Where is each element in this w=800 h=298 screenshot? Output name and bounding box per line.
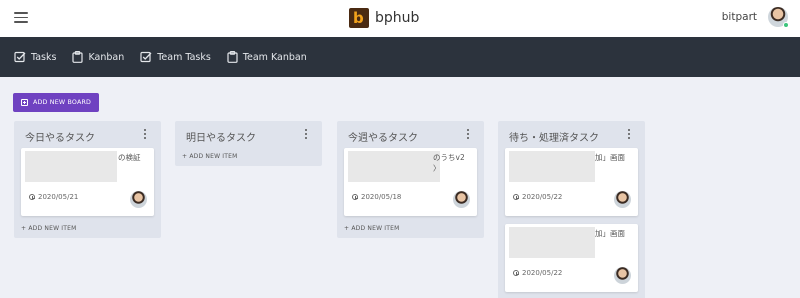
card-title-fragment: 加」画面: [595, 153, 625, 162]
add-new-board-label: ADD NEW BOARD: [33, 99, 92, 106]
check-square-icon: [14, 51, 26, 63]
nav-item-kanban[interactable]: Kanban: [72, 51, 124, 63]
nav-item-label: Team Tasks: [157, 51, 211, 63]
main-nav: Tasks Kanban Team Tasks Team Kanban: [0, 37, 800, 77]
board-column: 待ち・処理済タスク 加」画面 2020/05/22 加」画面 2020/05/2…: [498, 121, 645, 298]
card-title-fragment: 加」画面: [595, 229, 625, 238]
column-title: 待ち・処理済タスク: [509, 133, 599, 144]
column-title: 今週やるタスク: [348, 133, 418, 144]
check-square-icon: [140, 51, 152, 63]
online-status-dot: [783, 22, 789, 28]
column-title: 明日やるタスク: [186, 133, 256, 144]
nav-item-team-tasks[interactable]: Team Tasks: [140, 51, 211, 63]
card-title-redacted: [509, 227, 595, 258]
card-date-text: 2020/05/22: [522, 269, 563, 277]
card-assignee-avatar: [453, 191, 470, 208]
card-title-redacted: [348, 151, 440, 182]
column-title: 今日やるタスク: [25, 133, 95, 144]
clock-icon: [513, 270, 519, 276]
clock-icon: [352, 194, 358, 200]
task-card[interactable]: 加」画面 2020/05/22: [505, 148, 638, 216]
more-vert-icon[interactable]: [467, 129, 471, 140]
column-header: 今週やるタスク: [337, 121, 484, 148]
add-new-item-button[interactable]: + ADD NEW ITEM: [337, 222, 484, 238]
board-column: 今日やるタスク の検証 2020/05/21 + ADD NEW ITEM: [14, 121, 161, 238]
brand[interactable]: b bphub: [349, 7, 419, 29]
more-vert-icon[interactable]: [628, 129, 632, 140]
plus-square-icon: [21, 99, 28, 106]
nav-item-tasks[interactable]: Tasks: [14, 51, 56, 63]
card-title-redacted: [509, 151, 595, 182]
user-name: bitpart: [721, 11, 757, 23]
more-vert-icon[interactable]: [144, 129, 148, 140]
card-title-fragment: のうちv2: [433, 153, 465, 162]
card-title-fragment: の検証: [118, 153, 141, 162]
card-title-redacted: [25, 151, 117, 182]
top-bar: b bphub bitpart: [0, 0, 800, 37]
column-header: 待ち・処理済タスク: [498, 121, 645, 148]
card-date-text: 2020/05/21: [38, 193, 79, 201]
card-assignee-avatar: [130, 191, 147, 208]
column-header: 今日やるタスク: [14, 121, 161, 148]
add-new-item-button[interactable]: + ADD NEW ITEM: [175, 148, 322, 166]
card-date-text: 2020/05/22: [522, 193, 563, 201]
card-due-date: 2020/05/22: [513, 269, 562, 277]
brand-logo: b: [349, 8, 369, 28]
clipboard-icon: [72, 51, 84, 63]
hamburger-menu-icon[interactable]: [14, 12, 28, 23]
add-new-item-button[interactable]: + ADD NEW ITEM: [14, 222, 161, 238]
brand-name: bphub: [375, 10, 420, 26]
clock-icon: [513, 194, 519, 200]
nav-item-label: Team Kanban: [242, 51, 307, 63]
clipboard-icon: [227, 51, 238, 63]
task-card[interactable]: のうちv2 〉 2020/05/18: [344, 148, 477, 216]
clock-icon: [29, 194, 35, 200]
task-card[interactable]: の検証 2020/05/21: [21, 148, 154, 216]
column-header: 明日やるタスク: [175, 121, 322, 148]
user-avatar[interactable]: [768, 7, 789, 28]
card-due-date: 2020/05/22: [513, 193, 562, 201]
card-due-date: 2020/05/18: [352, 193, 401, 201]
nav-item-team-kanban[interactable]: Team Kanban: [227, 51, 307, 63]
more-vert-icon[interactable]: [305, 129, 309, 140]
nav-item-label: Kanban: [88, 51, 125, 63]
board-column: 今週やるタスク のうちv2 〉 2020/05/18 + ADD NEW ITE…: [337, 121, 484, 238]
card-title-fragment: 〉: [433, 164, 441, 173]
task-card[interactable]: 加」画面 2020/05/22: [505, 224, 638, 292]
nav-item-label: Tasks: [31, 51, 57, 63]
card-assignee-avatar: [614, 267, 631, 284]
card-due-date: 2020/05/21: [29, 193, 78, 201]
card-assignee-avatar: [614, 191, 631, 208]
user-menu[interactable]: bitpart: [721, 7, 789, 28]
board-column: 明日やるタスク + ADD NEW ITEM: [175, 121, 322, 166]
add-new-board-button[interactable]: ADD NEW BOARD: [13, 93, 99, 112]
card-date-text: 2020/05/18: [361, 193, 402, 201]
